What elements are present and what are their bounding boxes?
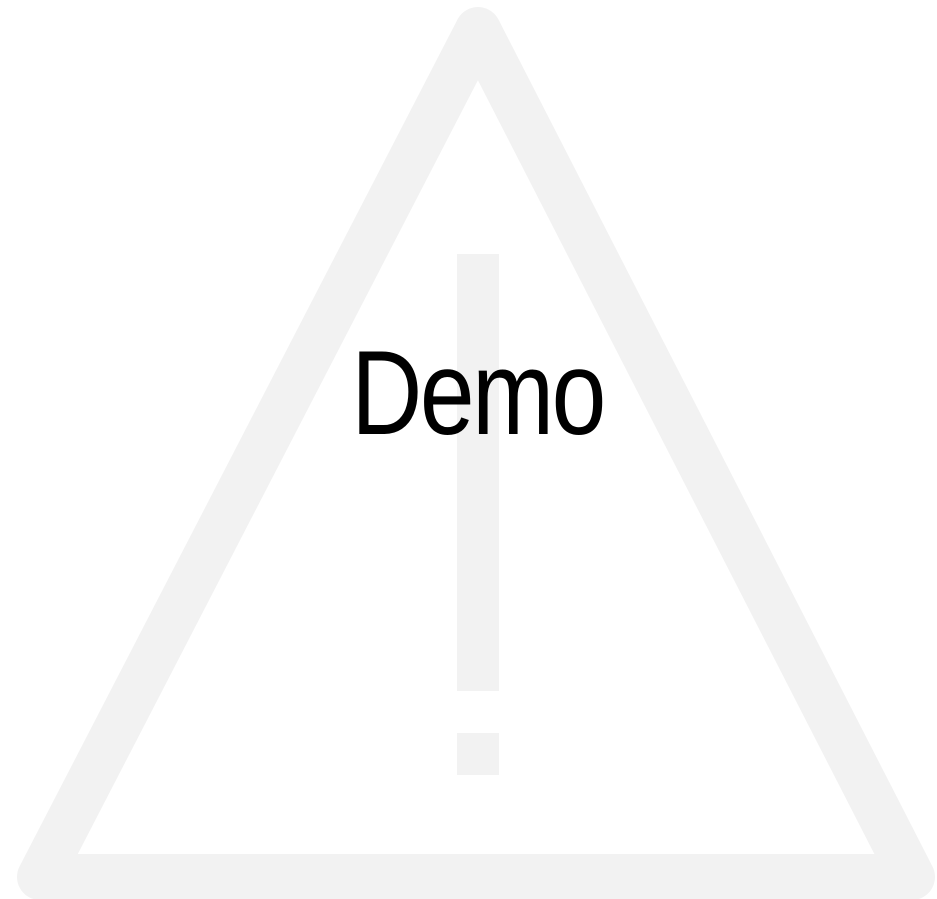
demo-label: Demo	[351, 326, 606, 460]
exclamation-dot	[457, 733, 499, 775]
demo-canvas: Demo	[0, 0, 937, 899]
